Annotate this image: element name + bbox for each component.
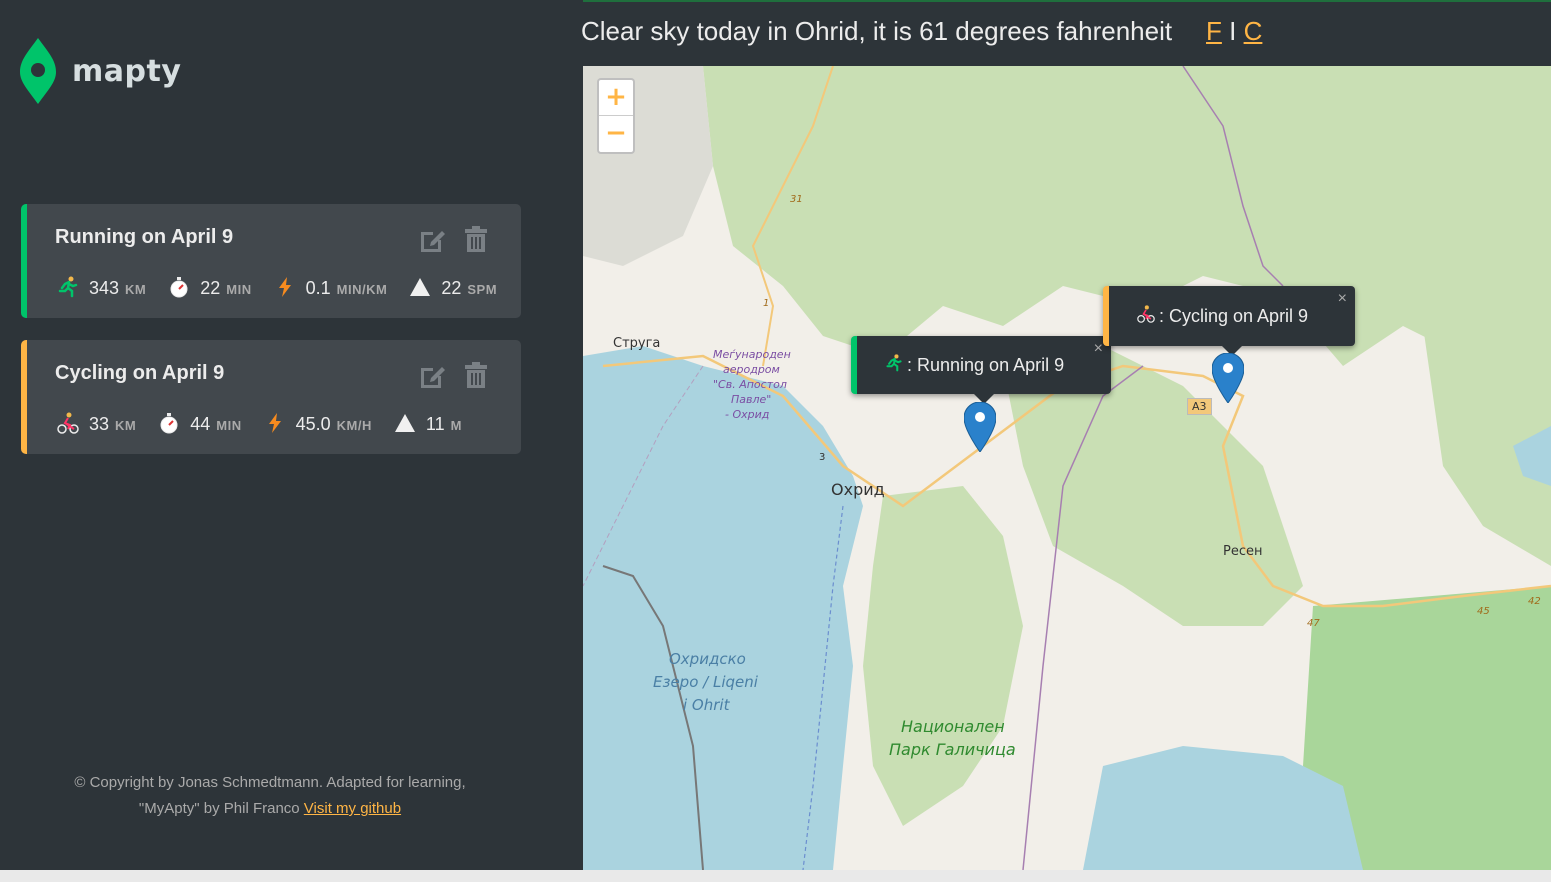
map-label-lake: Охридско (669, 650, 746, 668)
map-label-struga: Струга (613, 336, 661, 351)
mountain-icon (394, 412, 418, 434)
stat-distance: 343 KM (57, 272, 146, 299)
map-label-airport: - Охрид (725, 408, 770, 421)
stopwatch-icon (168, 276, 192, 298)
unit-toggle: F I C (1206, 16, 1262, 47)
stat-cadence: 22 SPM (409, 272, 497, 299)
marker-running-icon[interactable] (964, 402, 996, 452)
sidebar: mapty Running on April 9 343 KM 22 MIN 0… (0, 0, 583, 870)
cyclist-icon (57, 412, 81, 434)
unit-separator: I (1229, 16, 1237, 46)
cyclist-icon (1137, 304, 1155, 328)
map-tiles[interactable] (583, 66, 1551, 870)
map-label-airport: Павле" (731, 393, 772, 406)
zoom-control: + − (597, 78, 635, 154)
stat-elevation: 11 M (394, 408, 462, 435)
map[interactable]: Струга Меѓународен аеродром "Св. Апостол… (583, 66, 1551, 870)
bottom-scrollbar[interactable] (0, 870, 1551, 882)
popup-text: : Cycling on April 9 (1159, 305, 1309, 326)
map-label-park: Парк Галичица (889, 740, 1016, 759)
weather-text: Clear sky today in Ohrid, it is 61 degre… (581, 16, 1173, 46)
workout-card-cycling[interactable]: Cycling on April 9 33 KM 44 MIN 45.0 KM/… (21, 340, 521, 454)
map-label-park: Национален (901, 717, 1005, 736)
close-icon[interactable]: × (1338, 290, 1347, 308)
lightning-icon (274, 276, 298, 298)
popup-text: : Running on April 9 (907, 354, 1065, 375)
map-label-road-42: 42 (1528, 596, 1541, 607)
popup-cycling[interactable]: : Cycling on April 9 × (1103, 286, 1355, 356)
copyright-line-2: "MyApty" by Phil Franco Visit my github (138, 800, 402, 817)
fahrenheit-toggle[interactable]: F (1206, 16, 1222, 46)
map-label-airport: Меѓународен (713, 348, 791, 361)
map-label-resen: Ресен (1223, 544, 1263, 559)
stat-duration: 22 MIN (168, 272, 251, 299)
mountain-icon (409, 276, 433, 298)
runner-icon (57, 276, 81, 298)
trash-icon[interactable] (461, 360, 491, 390)
map-label-lake: i Ohrit (683, 696, 730, 714)
edit-icon[interactable] (417, 360, 447, 390)
github-link[interactable]: Visit my github (304, 800, 401, 817)
map-label-ohrid: Охрид (831, 480, 885, 499)
logo: mapty (20, 38, 181, 104)
marker-cycling-icon[interactable] (1212, 353, 1244, 403)
workout-card-running[interactable]: Running on April 9 343 KM 22 MIN 0.1 MIN… (21, 204, 521, 318)
stat-speed: 45.0 KM/H (264, 408, 372, 435)
stat-distance: 33 KM (57, 408, 136, 435)
map-label-road-31: 31 (790, 194, 803, 205)
edit-icon[interactable] (417, 224, 447, 254)
workout-title: Running on April 9 (55, 226, 234, 248)
map-label-road-a3: A3 (1187, 398, 1212, 415)
map-pin-logo-icon (20, 38, 56, 104)
trash-icon[interactable] (461, 224, 491, 254)
map-label-lake: Езеро / Liqeni (653, 673, 758, 691)
map-label-airport: аеродром (723, 363, 780, 376)
zoom-in-button[interactable]: + (599, 80, 633, 116)
map-label-road-3: 3 (819, 452, 826, 463)
map-label-road-45: 45 (1477, 606, 1490, 617)
map-label-road-47: 47 (1307, 618, 1320, 629)
lightning-icon (264, 412, 288, 434)
map-label-road-1: 1 (763, 298, 770, 309)
popup-running[interactable]: : Running on April 9 × (851, 336, 1111, 404)
workout-title: Cycling on April 9 (55, 362, 225, 384)
logo-text: mapty (72, 53, 182, 89)
stat-pace: 0.1 MIN/KM (274, 272, 388, 299)
stopwatch-icon (158, 412, 182, 434)
zoom-out-button[interactable]: − (599, 116, 633, 152)
close-icon[interactable]: × (1094, 340, 1103, 358)
runner-icon (885, 353, 903, 377)
celsius-toggle[interactable]: C (1244, 16, 1263, 46)
copyright-line-1: © Copyright by Jonas Schmedtmann. Adapte… (74, 774, 466, 791)
stat-duration: 44 MIN (158, 408, 241, 435)
map-label-airport: "Св. Апостол (713, 378, 787, 391)
copyright: © Copyright by Jonas Schmedtmann. Adapte… (40, 770, 500, 822)
